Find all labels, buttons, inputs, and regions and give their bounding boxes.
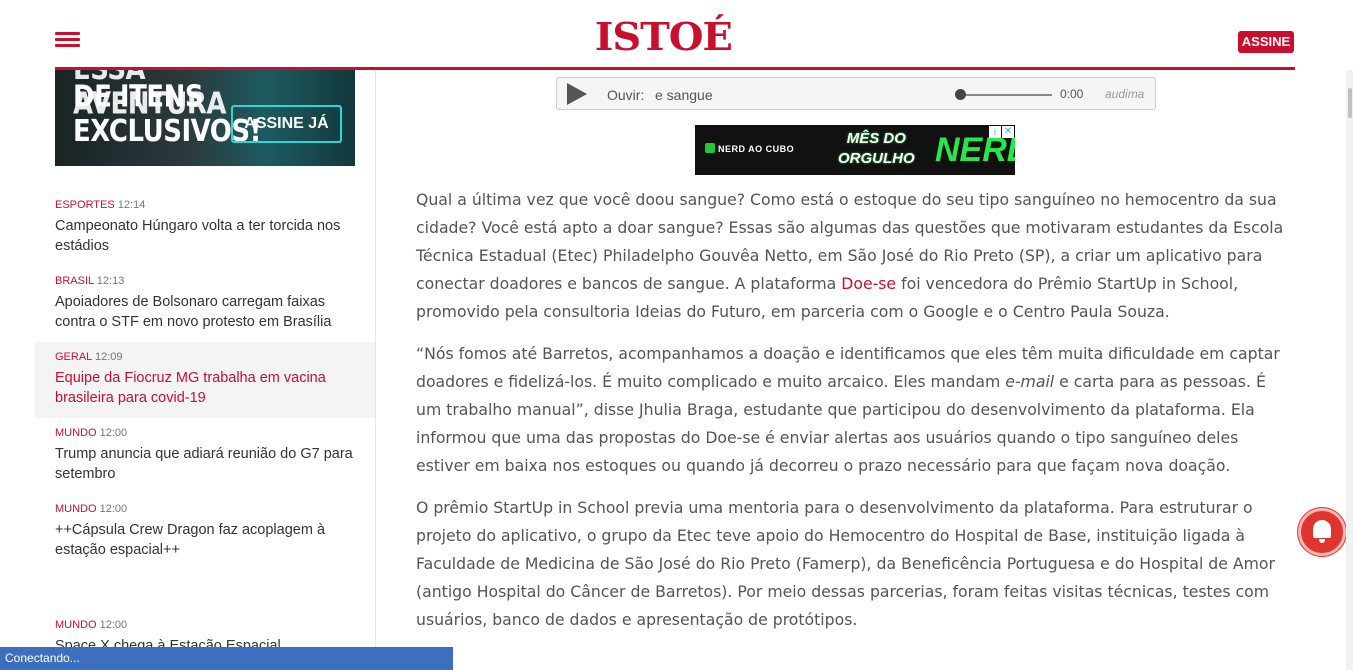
scrollbar-thumb[interactable]	[1348, 88, 1352, 118]
latest-news-list: ESPORTES 12:14 Campeonato Húngaro volta …	[35, 190, 375, 666]
audio-progress-handle[interactable]	[955, 89, 966, 100]
sidebar: ESSA AVENTURA DE ITENS EXCLUSIVOS! ASSIN…	[0, 0, 376, 670]
banner-headline: MÊS DO ORGULHO	[838, 130, 915, 167]
sidebar-ad[interactable]: ESSA AVENTURA DE ITENS EXCLUSIVOS! ASSIN…	[55, 56, 355, 166]
news-category: MUNDO	[55, 619, 97, 631]
banner-brand: NERD AO CUBO	[705, 143, 794, 154]
news-time: 12:14	[117, 199, 146, 211]
site-header: ISTOÉ ASSINE	[0, 0, 1353, 70]
banner-ad[interactable]: NERD AO CUBO MÊS DO ORGULHO NERD i ✕	[695, 125, 1015, 175]
audio-time: 0:00	[1060, 87, 1084, 101]
news-time: 12:00	[99, 619, 128, 631]
ad-close-icon[interactable]: ✕	[1002, 126, 1014, 138]
news-item[interactable]: ESPORTES 12:14 Campeonato Húngaro volta …	[35, 190, 375, 266]
news-meta: ESPORTES 12:14	[55, 198, 355, 212]
bell-icon	[1313, 520, 1331, 543]
ad-info-icon[interactable]: i	[989, 126, 1001, 138]
news-time: 12:09	[94, 351, 123, 363]
news-time: 12:00	[99, 503, 128, 515]
news-category: ESPORTES	[55, 199, 115, 211]
news-title[interactable]: ++Cápsula Crew Dragon faz acoplagem à es…	[55, 520, 355, 560]
audio-player: Ouvir: e sangue 0:00 audima	[556, 77, 1156, 110]
news-category: GERAL	[55, 351, 92, 363]
news-title[interactable]: Equipe da Fiocruz MG trabalha em vacina …	[55, 368, 355, 408]
news-time: 12:00	[99, 427, 128, 439]
news-meta: GERAL 12:09	[55, 350, 355, 364]
notification-bell-button[interactable]	[1298, 508, 1346, 556]
article-paragraph: O prêmio StartUp in School previa uma me…	[416, 498, 1275, 629]
news-title[interactable]: Trump anuncia que adiará reunião do G7 p…	[55, 444, 355, 484]
article-paragraph: “Nós fomos até Barretos, acompanhamos a …	[416, 344, 1280, 475]
audio-track-title: e sangue	[655, 87, 713, 103]
nerd-logo-icon	[705, 143, 715, 153]
news-title[interactable]: Campeonato Húngaro volta a ter torcida n…	[55, 216, 355, 256]
news-item-hovered[interactable]: GERAL 12:09 Equipe da Fiocruz MG trabalh…	[35, 342, 375, 418]
doe-se-link[interactable]: Doe-se	[841, 274, 896, 293]
news-meta: MUNDO 12:00	[55, 426, 355, 440]
article-paragraph: Qual a última vez que você doou sangue? …	[416, 190, 1284, 321]
subscribe-button[interactable]: ASSINE	[1238, 31, 1294, 53]
menu-icon[interactable]	[55, 32, 80, 47]
news-category: MUNDO	[55, 503, 97, 515]
news-meta: MUNDO 12:00	[55, 618, 355, 632]
header-divider	[55, 67, 1295, 70]
news-item[interactable]: MUNDO 12:00 Trump anuncia que adiará reu…	[35, 418, 375, 494]
audio-label: Ouvir:	[607, 87, 645, 103]
article-body: Qual a última vez que você doou sangue? …	[416, 186, 1296, 648]
news-category: BRASIL	[55, 275, 94, 287]
play-icon[interactable]	[567, 83, 587, 105]
audio-progress-bar[interactable]	[957, 94, 1052, 96]
audima-logo[interactable]: audima	[1105, 87, 1144, 101]
news-meta: BRASIL 12:13	[55, 274, 355, 288]
site-logo[interactable]: ISTOÉ	[595, 14, 733, 59]
news-category: MUNDO	[55, 427, 97, 439]
ad-subscribe-button[interactable]: ASSINE JÁ	[231, 105, 342, 143]
news-meta: MUNDO 12:00	[55, 502, 355, 516]
news-title[interactable]: Apoiadores de Bolsonaro carregam faixas …	[55, 292, 355, 332]
news-item[interactable]: MUNDO 12:00 ++Cápsula Crew Dragon faz ac…	[35, 494, 375, 610]
news-item[interactable]: BRASIL 12:13 Apoiadores de Bolsonaro car…	[35, 266, 375, 342]
news-time: 12:13	[96, 275, 125, 287]
browser-status-bar: Conectando...	[0, 647, 453, 670]
